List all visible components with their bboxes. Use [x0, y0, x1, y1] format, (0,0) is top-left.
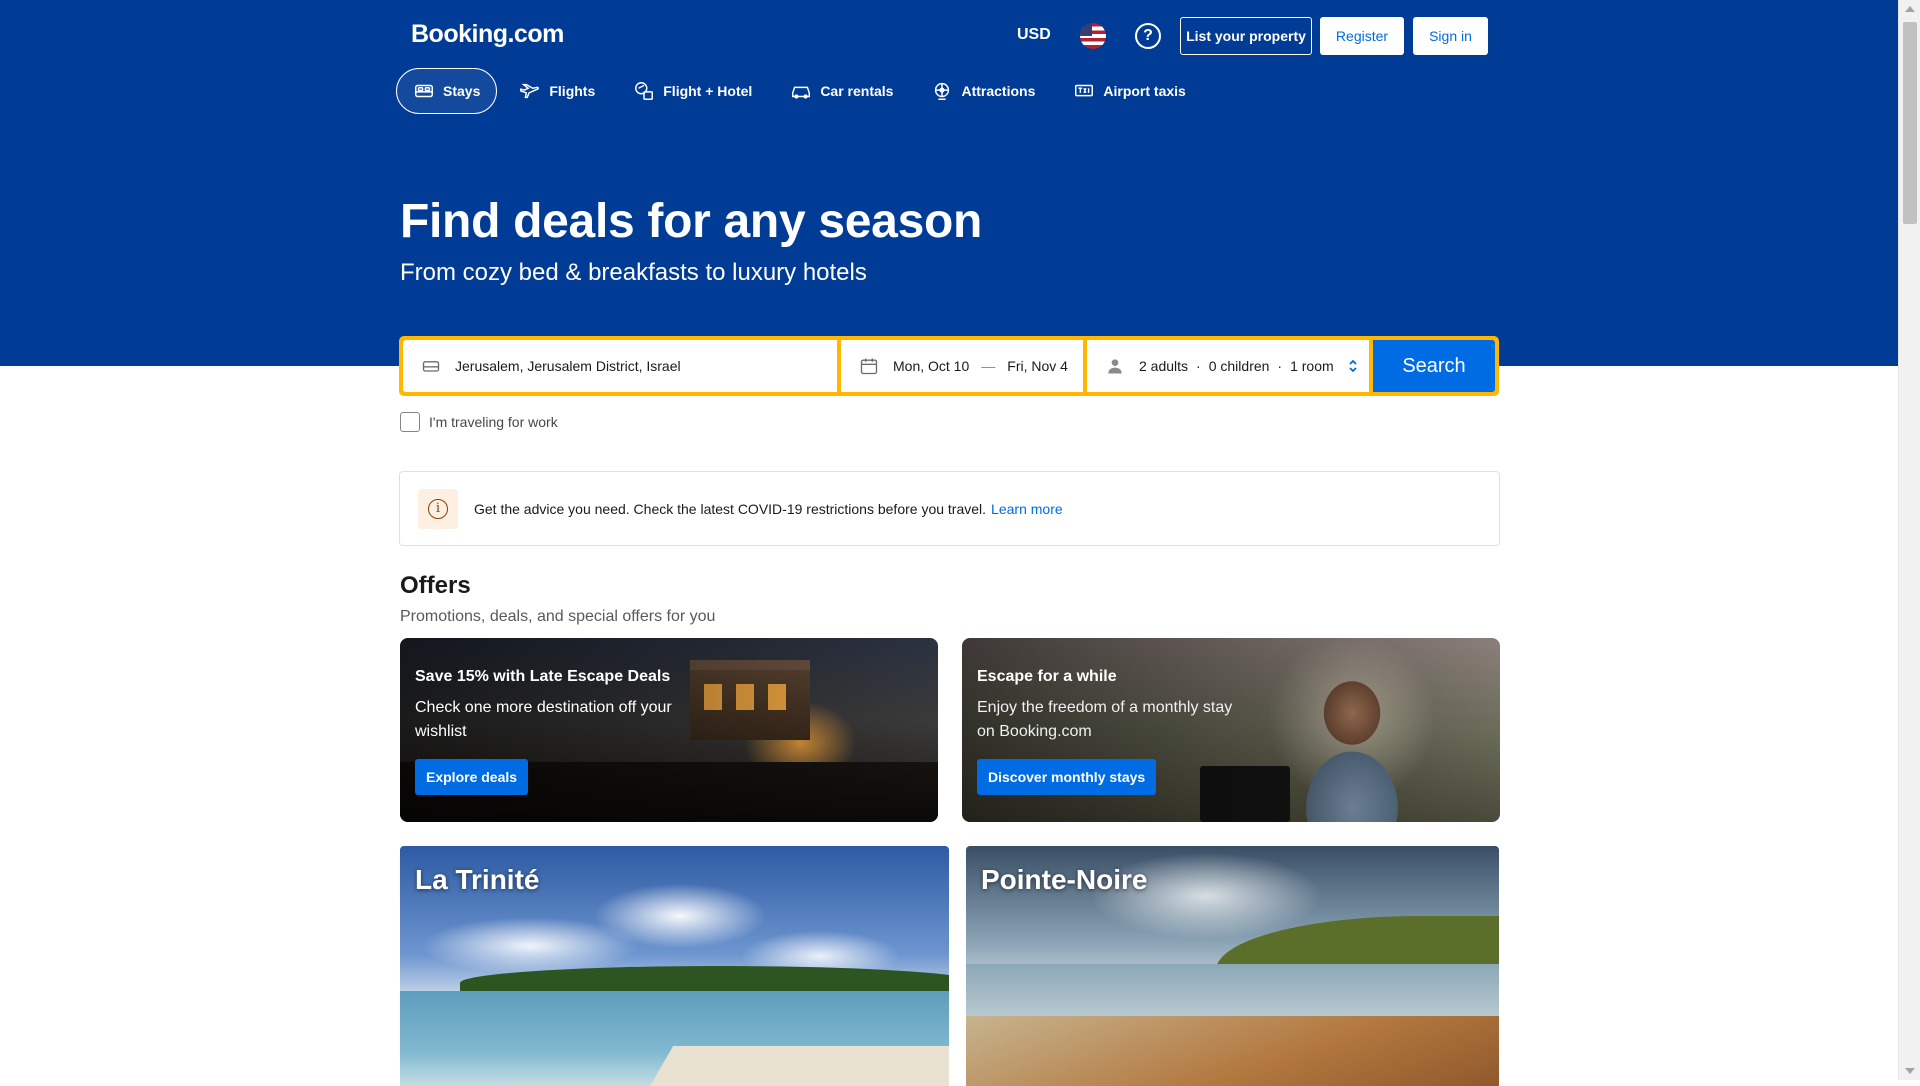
offer-title: Save 15% with Late Escape Deals: [415, 668, 671, 685]
flight-hotel-icon: [635, 82, 654, 100]
tab-flights[interactable]: Flights: [503, 68, 611, 114]
register-button[interactable]: Register: [1320, 17, 1404, 55]
destination-value: Jerusalem, Jerusalem District, Israel: [455, 358, 681, 374]
offers-heading: Offers: [400, 572, 471, 599]
checkout-date: Fri, Nov 4: [1007, 358, 1068, 374]
offer-title: Escape for a while: [977, 668, 1117, 685]
learn-more-link[interactable]: Learn more: [991, 501, 1063, 517]
destination-name: Pointe-Noire: [981, 864, 1148, 895]
bed-icon: [415, 84, 433, 98]
destination-field[interactable]: Jerusalem, Jerusalem District, Israel: [403, 340, 837, 392]
tab-label: Attractions: [961, 83, 1036, 99]
up-down-chevron-icon: [1349, 359, 1357, 373]
explore-deals-button[interactable]: Explore deals: [415, 759, 529, 795]
work-travel-label: I'm traveling for work: [429, 414, 558, 430]
list-property-button[interactable]: List your property: [1180, 17, 1312, 55]
destination-card-pointe-noire[interactable]: Pointe-Noire: [966, 846, 1499, 1086]
bed-icon: [422, 361, 440, 372]
plane-icon: [520, 83, 540, 99]
work-travel-checkbox[interactable]: [400, 412, 420, 432]
sign-in-button[interactable]: Sign in: [1413, 17, 1488, 55]
page-title: Find deals for any season: [400, 195, 983, 248]
offer-description: Check one more destination off your wish…: [415, 699, 672, 740]
separator-dot: ·: [1277, 358, 1283, 374]
tab-label: Car rentals: [820, 83, 894, 99]
page-subtitle: From cozy bed & breakfasts to luxury hot…: [400, 259, 867, 286]
currency-selector[interactable]: USD: [1017, 26, 1051, 44]
destination-card-la-trinite[interactable]: La Trinité: [400, 846, 949, 1086]
covid-notice: i Get the advice you need. Check the lat…: [399, 471, 1500, 546]
tab-stays[interactable]: Stays: [396, 68, 498, 114]
tab-flight-hotel[interactable]: Flight + Hotel: [617, 68, 768, 114]
tab-airport-taxis[interactable]: Airport taxis: [1057, 68, 1201, 114]
tab-label: Flights: [549, 83, 596, 99]
tab-attractions[interactable]: Attractions: [915, 68, 1051, 114]
notice-text: Get the advice you need. Check the lates…: [474, 500, 987, 517]
guests-field[interactable]: 2 adults · 0 children · 1 room: [1087, 340, 1369, 392]
us-flag-icon[interactable]: [1080, 23, 1106, 49]
tab-car-rentals[interactable]: Car rentals: [774, 68, 909, 114]
info-icon: i: [428, 498, 448, 519]
date-separator: —: [981, 358, 996, 374]
children-count: 0 children: [1208, 358, 1270, 374]
header-hero: Booking.com USD ? List your property Reg…: [0, 0, 1898, 366]
discover-monthly-stays-button[interactable]: Discover monthly stays: [977, 759, 1157, 795]
offer-card-monthly-stays[interactable]: Escape for a while Enjoy the freedom of …: [962, 638, 1500, 822]
attractions-icon: [935, 82, 950, 100]
separator-dot: ·: [1196, 358, 1201, 374]
taxi-icon: [1075, 84, 1094, 97]
dates-field[interactable]: Mon, Oct 10 — Fri, Nov 4: [841, 340, 1083, 392]
page-scrollbar[interactable]: [1898, 0, 1920, 1080]
product-nav: Stays Flights Flight + Hotel Car rentals…: [396, 68, 1208, 114]
search-button[interactable]: Search: [1373, 340, 1495, 392]
info-icon-box: i: [418, 488, 458, 529]
calendar-icon: [860, 358, 878, 375]
booking-logo[interactable]: Booking.com: [411, 20, 564, 49]
offer-card-late-escape[interactable]: Save 15% with Late Escape Deals Check on…: [400, 638, 938, 822]
scrollbar-thumb[interactable]: [1903, 22, 1917, 224]
tab-label: Airport taxis: [1103, 83, 1186, 99]
help-icon[interactable]: ?: [1135, 23, 1161, 49]
scroll-down-arrow-icon[interactable]: [1905, 1068, 1915, 1074]
work-travel-option[interactable]: I'm traveling for work: [400, 412, 558, 432]
tab-label: Flight + Hotel: [663, 83, 753, 99]
person-icon: [1108, 359, 1122, 374]
adults-count: 2 adults: [1139, 358, 1189, 374]
search-bar: Jerusalem, Jerusalem District, Israel Mo…: [399, 336, 1499, 396]
scroll-up-arrow-icon[interactable]: [1905, 6, 1915, 12]
tab-label: Stays: [443, 83, 481, 99]
car-icon: [792, 86, 811, 99]
rooms-count: 1 room: [1290, 358, 1334, 374]
offers-subheading: Promotions, deals, and special offers fo…: [400, 608, 716, 625]
destination-name: La Trinité: [415, 864, 540, 895]
offer-description: Enjoy the freedom of a monthly stay on B…: [977, 699, 1233, 740]
checkin-date: Mon, Oct 10: [893, 358, 970, 374]
